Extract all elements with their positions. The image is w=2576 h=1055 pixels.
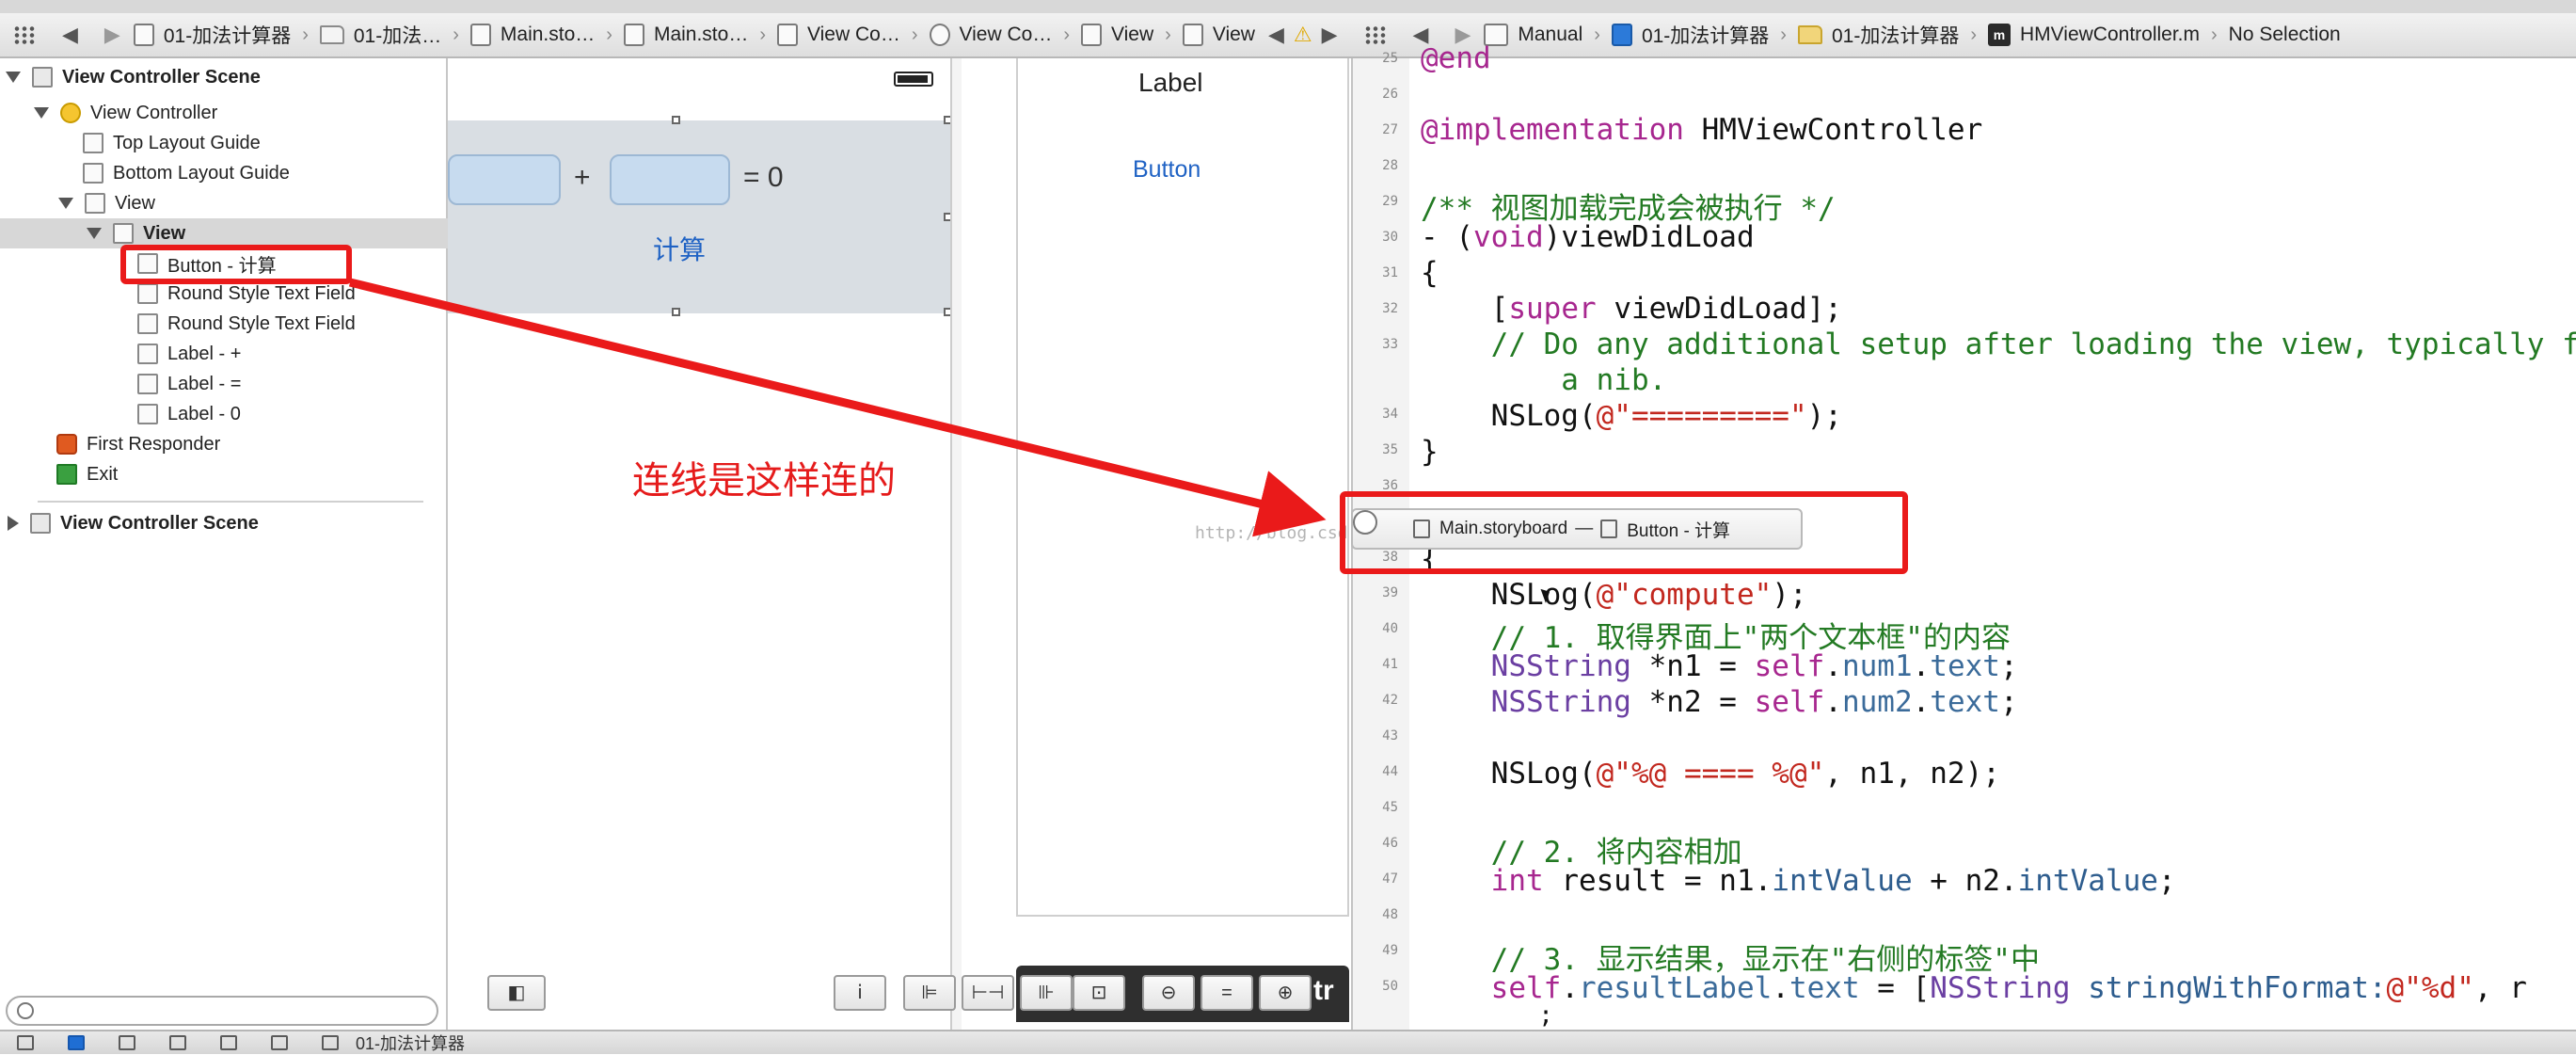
pause-icon[interactable] bbox=[119, 1035, 135, 1050]
hide-debug-area-icon[interactable] bbox=[17, 1035, 34, 1050]
step-out-icon[interactable] bbox=[271, 1035, 288, 1050]
step-over-icon[interactable] bbox=[169, 1035, 186, 1050]
step-into-icon[interactable] bbox=[220, 1035, 237, 1050]
debug-target-label: 01-加法计算器 bbox=[356, 1034, 466, 1053]
debug-bar: 01-加法计算器 bbox=[0, 1030, 2576, 1054]
location-icon[interactable] bbox=[322, 1035, 339, 1050]
breakpoints-icon[interactable] bbox=[68, 1035, 85, 1050]
annotation-arrow bbox=[348, 278, 1327, 537]
